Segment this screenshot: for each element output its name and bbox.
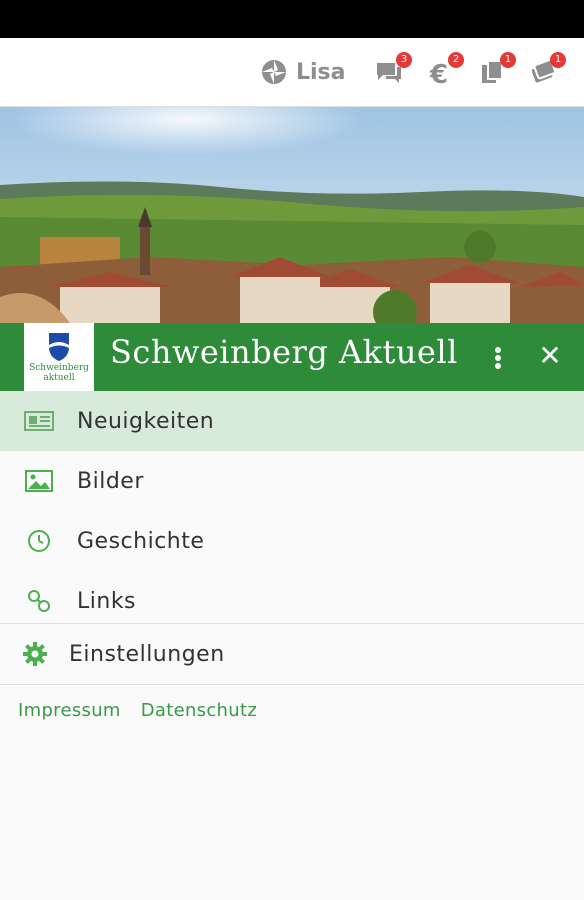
coat-of-arms-icon <box>49 333 69 361</box>
status-bar <box>0 0 584 38</box>
village-panorama-image <box>0 107 584 323</box>
impressum-link[interactable]: Impressum <box>18 700 121 721</box>
euro-badge: 2 <box>448 52 464 68</box>
overflow-menu-button[interactable] <box>488 343 508 373</box>
menu-item-label: Links <box>77 588 137 614</box>
datenschutz-link[interactable]: Datenschutz <box>141 700 257 721</box>
footer-links: Impressum Datenschutz <box>18 700 257 721</box>
messages-badge: 3 <box>396 52 412 68</box>
menu-item-label: Geschichte <box>77 528 205 554</box>
tickets-button[interactable]: 1 <box>528 52 566 88</box>
image-icon <box>24 466 54 496</box>
documents-badge: 1 <box>500 52 516 68</box>
close-button[interactable]: ✕ <box>536 341 564 371</box>
euro-button[interactable]: € 2 <box>426 52 464 90</box>
logo-text-line1: Schweinberg <box>29 363 89 373</box>
settings-item[interactable]: Einstellungen <box>0 624 584 684</box>
clock-icon <box>24 526 54 556</box>
user-brand[interactable]: Lisa <box>260 56 346 88</box>
user-name: Lisa <box>296 59 346 85</box>
menu-item-geschichte[interactable]: Geschichte <box>0 511 584 571</box>
link-icon <box>24 586 54 616</box>
newspaper-icon <box>24 406 54 436</box>
menu-item-bilder[interactable]: Bilder <box>0 451 584 511</box>
close-icon: ✕ <box>538 339 562 372</box>
pinwheel-logo-icon <box>262 60 286 84</box>
menu-item-neuigkeiten[interactable]: Neuigkeiten <box>0 391 584 451</box>
svg-text:€: € <box>429 60 448 88</box>
drawer-header: Schweinberg aktuell Schweinberg Aktuell … <box>0 323 584 391</box>
menu-item-label: Bilder <box>77 468 144 494</box>
more-vert-icon <box>495 347 501 369</box>
documents-button[interactable]: 1 <box>478 52 516 88</box>
menu-item-label: Neuigkeiten <box>77 408 215 434</box>
app-logo: Schweinberg aktuell <box>24 323 94 391</box>
menu-item-links[interactable]: Links <box>0 571 584 631</box>
settings-label: Einstellungen <box>69 641 225 667</box>
logo-text-line2: aktuell <box>43 373 75 383</box>
settings-divider <box>0 684 584 685</box>
gear-icon <box>20 639 50 669</box>
tickets-badge: 1 <box>550 52 566 68</box>
navigation-menu: Neuigkeiten Bilder Geschichte Links <box>0 391 584 631</box>
messages-button[interactable]: 3 <box>374 52 412 88</box>
app-title: Schweinberg Aktuell <box>110 333 458 371</box>
top-app-bar: Lisa 3 € 2 1 1 <box>0 38 584 107</box>
